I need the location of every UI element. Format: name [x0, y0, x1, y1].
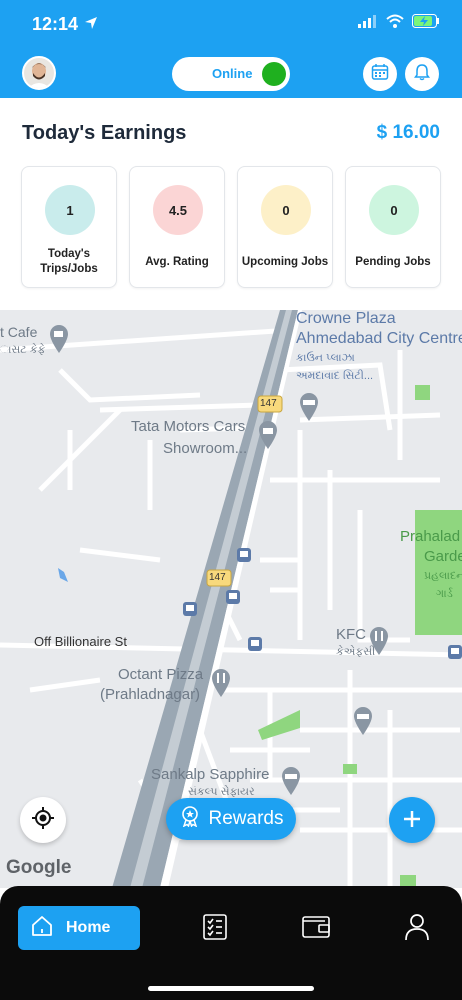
notifications-button[interactable]: [405, 57, 439, 91]
stat-card-upcoming[interactable]: 0 Upcoming Jobs: [237, 166, 333, 288]
hotel-pin-icon-3[interactable]: [280, 766, 302, 801]
stat-circle: 4.5: [153, 185, 203, 235]
stat-circle: 0: [261, 185, 311, 235]
stat-card-rating[interactable]: 4.5 Avg. Rating: [129, 166, 225, 288]
cafe-pin-icon[interactable]: [48, 324, 70, 359]
online-toggle[interactable]: Online: [172, 57, 290, 91]
earnings-amount: $ 16.00: [376, 122, 440, 143]
stat-value: 4.5: [168, 202, 188, 218]
user-photo-icon: [24, 58, 54, 88]
bus-stop-icon: [183, 602, 197, 621]
wifi-icon: [386, 14, 404, 33]
map-label-crowne-local: કાઉન પ્લાઝા: [296, 352, 355, 364]
crosshair-icon: [31, 806, 55, 835]
add-button[interactable]: [389, 797, 435, 843]
stat-label-line1: Pending Jobs: [355, 256, 431, 268]
status-time: 12:14: [32, 14, 98, 35]
map-label-cafe-local: ાસટ કેફે: [0, 344, 46, 356]
stat-value: 0: [282, 202, 290, 218]
shopping-pin-icon[interactable]: [257, 420, 279, 455]
rewards-label: Rewards: [208, 808, 284, 829]
restaurant-pin-icon[interactable]: [368, 626, 390, 661]
app-header: 12:14 Online: [0, 0, 462, 98]
map-label-crowne: Crowne Plaza: [296, 310, 396, 327]
hotel-pin-icon[interactable]: [298, 392, 320, 427]
map-label-crowne-2: Ahmedabad City Centre: [296, 330, 462, 347]
stat-label-line2: Trips/Jobs: [40, 263, 98, 275]
map-label-cafe: t Cafe: [0, 324, 38, 340]
wallet-icon: [301, 914, 331, 945]
map-label-prahlad-2: Garde: [424, 548, 462, 565]
calendar-icon: [371, 63, 389, 86]
checklist-icon: [201, 913, 229, 946]
signal-icon: [358, 14, 378, 33]
badge-icon: [179, 805, 201, 833]
bell-icon: [413, 63, 431, 86]
pizza-pin-icon[interactable]: [210, 668, 232, 703]
map-label-prahlad-local-2: ગાર્ડ: [436, 588, 453, 600]
stat-card-pending[interactable]: 0 Pending Jobs: [345, 166, 441, 288]
map-label-octant: Octant Pizza: [118, 666, 204, 683]
nav-jobs-tab[interactable]: [200, 913, 230, 946]
stat-label: Today's Trips/Jobs: [22, 247, 116, 277]
stat-circle: 0: [369, 185, 419, 235]
stat-card-trips[interactable]: 1 Today's Trips/Jobs: [21, 166, 117, 288]
location-arrow-icon: [84, 14, 98, 35]
home-icon: [30, 914, 54, 943]
bus-stop-icon: [226, 590, 240, 609]
stat-value: 1: [66, 202, 74, 218]
highway-label-1: 147: [260, 398, 277, 409]
earnings-panel: Today's Earnings $ 16.00 1 Today's Trips/…: [0, 98, 462, 310]
earnings-title: Today's Earnings: [22, 122, 187, 144]
stat-label-line1: Upcoming Jobs: [241, 256, 329, 268]
map-label-sankalp: Sankalp Sapphire: [151, 766, 270, 783]
plus-icon: [402, 804, 422, 836]
map-label-tata-2: Showroom...: [163, 440, 248, 457]
rewards-button[interactable]: Rewards: [166, 798, 296, 840]
nav-wallet-tab[interactable]: [301, 914, 331, 944]
map-label-prahlad-local: પ્રહલાદન: [424, 570, 462, 582]
map-label-octant-2: (Prahladnagar): [100, 686, 201, 703]
clock-text: 12:14: [32, 14, 79, 34]
map-label-crowne-local-2: અમદાવાદ સિટી...: [296, 370, 374, 382]
stat-value: 0: [390, 202, 398, 218]
home-indicator: [148, 986, 314, 991]
nav-home-label: Home: [66, 919, 111, 936]
nav-profile-tab[interactable]: [402, 913, 432, 946]
status-icons: [358, 14, 440, 33]
user-icon: [404, 913, 430, 946]
stat-label: Avg. Rating: [130, 255, 224, 270]
nav-home-tab[interactable]: Home: [18, 906, 140, 950]
highway-label-2: 147: [209, 572, 226, 583]
map-label-tata: Tata Motors Cars: [131, 418, 246, 435]
status-bar: 12:14: [0, 0, 462, 50]
google-logo: Google: [6, 857, 72, 878]
bottom-nav: Home: [0, 886, 462, 1000]
bus-stop-icon: [237, 548, 251, 567]
bus-stop-icon: [248, 637, 262, 656]
my-location-button[interactable]: [20, 797, 66, 843]
calendar-button[interactable]: [363, 57, 397, 91]
map-label-street: Off Billionaire St: [34, 634, 127, 649]
bus-stop-icon: [448, 645, 462, 664]
map-label-prahlad: Prahalad: [400, 528, 461, 545]
online-label: Online: [212, 66, 253, 81]
stat-label-line1: Today's: [47, 248, 91, 260]
avatar[interactable]: [22, 56, 56, 90]
stat-label: Upcoming Jobs: [238, 255, 332, 270]
battery-charging-icon: [412, 14, 440, 33]
stat-label: Pending Jobs: [346, 255, 440, 270]
map-label-kfc: KFC: [336, 626, 366, 643]
stat-circle: 1: [45, 185, 95, 235]
toggle-knob: [262, 62, 286, 86]
stat-label-line1: Avg. Rating: [145, 256, 209, 268]
hotel-pin-icon-2[interactable]: [352, 706, 374, 741]
